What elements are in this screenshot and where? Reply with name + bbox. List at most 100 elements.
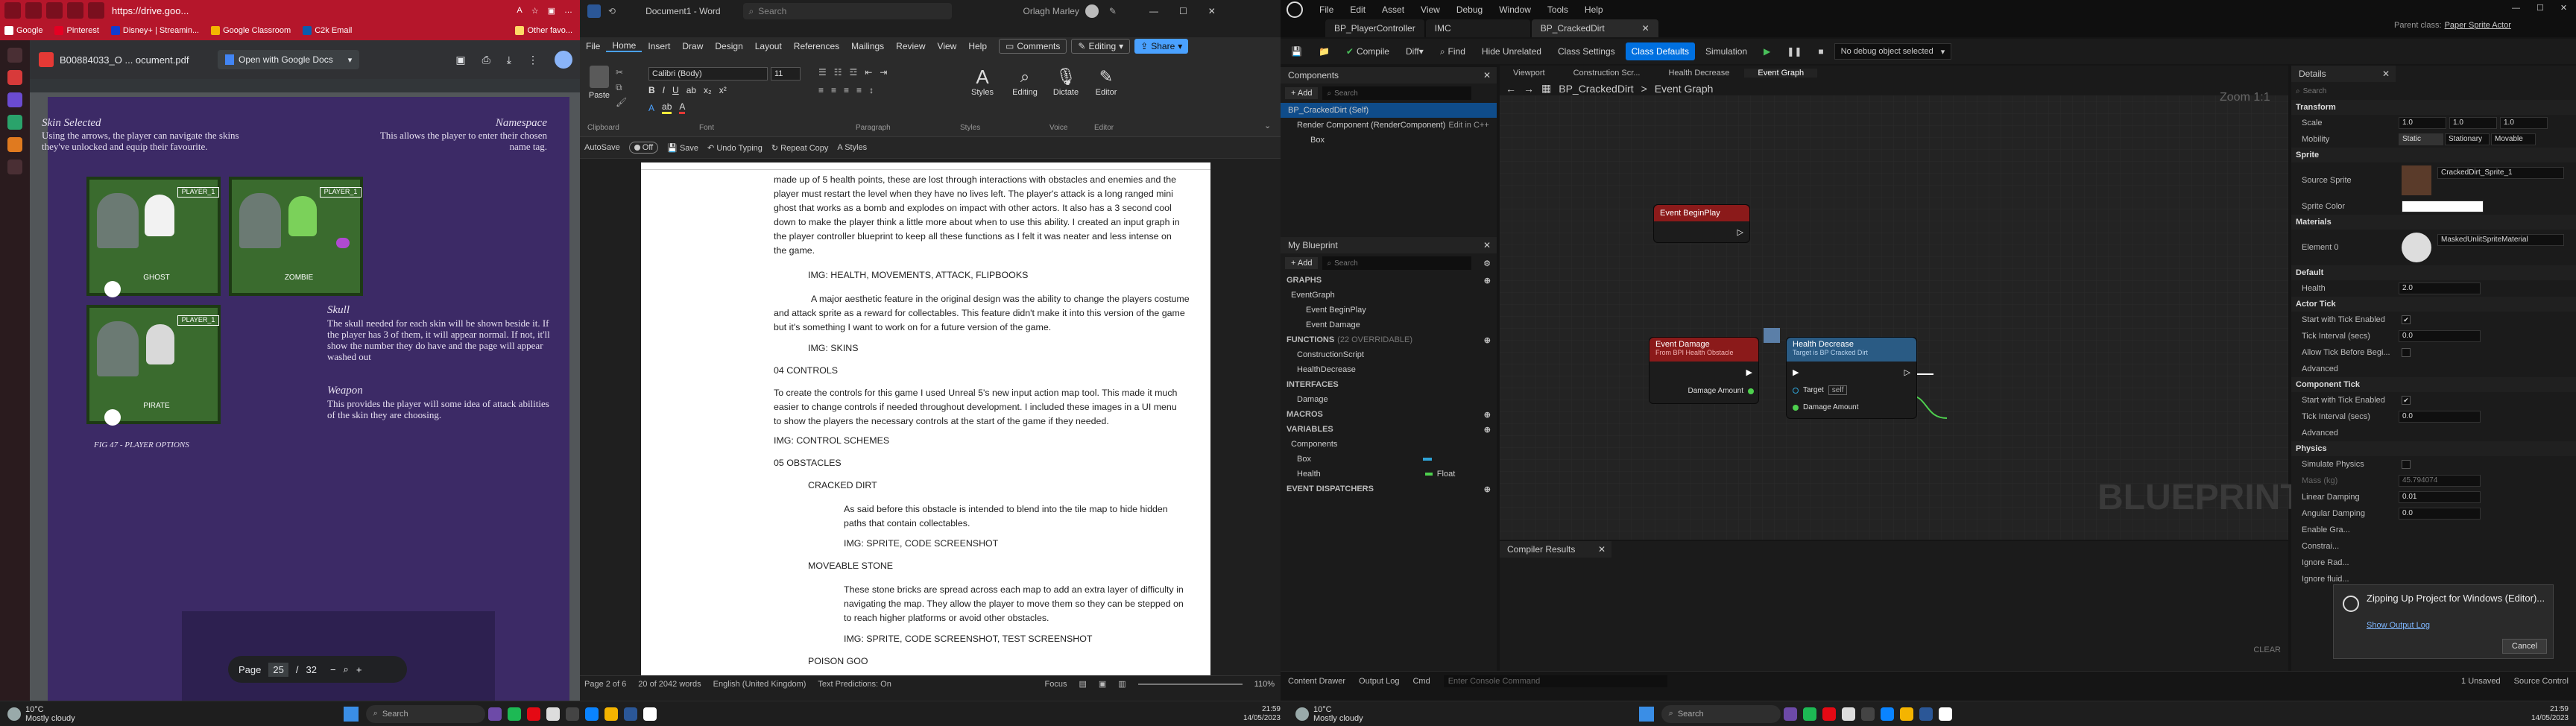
mass-input[interactable]: 45.794074 [2399, 475, 2481, 487]
document-page[interactable]: made up of 5 health points, these are lo… [641, 162, 1210, 675]
cat-physics[interactable]: Physics [2291, 441, 2576, 456]
clock[interactable]: 21:59 14/05/2023 [2531, 705, 2569, 723]
word-icon[interactable] [1919, 707, 1933, 721]
user-avatar[interactable] [1085, 4, 1099, 18]
weather-icon[interactable] [1295, 707, 1309, 721]
font-color-icon[interactable]: A [679, 101, 686, 114]
justify-icon[interactable]: ≡ [856, 85, 862, 95]
start-icon[interactable] [1638, 706, 1654, 722]
font-name-select[interactable]: Calibri (Body) [648, 67, 768, 81]
zoom-icon[interactable]: ⌕ [344, 663, 349, 675]
debug-object-select[interactable]: No debug object selected ▾ [1834, 43, 1952, 60]
add-icon[interactable]: ⊕ [1484, 410, 1491, 420]
share-button[interactable]: ⇪ Share ▾ [1134, 39, 1189, 54]
add-icon[interactable]: ⊕ [1484, 335, 1491, 345]
exec-in-pin-icon[interactable]: ▶ [1793, 367, 1799, 377]
favorite-icon[interactable]: ☆ [531, 6, 539, 16]
component-box[interactable]: Box [1281, 133, 1497, 148]
close-icon[interactable]: ✕ [2560, 3, 2567, 13]
teams-icon[interactable] [1783, 707, 1797, 721]
cat-materials[interactable]: Materials [2291, 215, 2576, 230]
graph-editor[interactable]: Viewport Construction Scr... Health Decr… [1500, 66, 2302, 540]
collections-icon[interactable]: ▣ [548, 6, 555, 16]
add-component-button[interactable]: + Add [1285, 87, 1319, 99]
components-search[interactable]: ⌕ Search [1322, 86, 1472, 100]
menu-asset[interactable]: Asset [1382, 4, 1404, 15]
align-right-icon[interactable]: ≡ [844, 85, 849, 95]
console-input[interactable]: Enter Console Command [1443, 675, 1667, 687]
add-icon[interactable]: ⊕ [1484, 276, 1491, 285]
multilevel-icon[interactable]: ☲ [850, 67, 858, 78]
zoom-in-icon[interactable]: + [356, 664, 362, 675]
menu-view[interactable]: View [1421, 4, 1440, 15]
align-left-icon[interactable]: ≡ [818, 85, 824, 95]
start-icon[interactable] [343, 706, 359, 722]
damage-amount-in-pin[interactable]: Damage Amount [1793, 403, 1859, 411]
source-control-button[interactable]: Source Control [2514, 677, 2569, 686]
mobility-stationary[interactable]: Stationary [2445, 133, 2490, 145]
strike-icon[interactable]: ab [686, 85, 696, 95]
tab-file[interactable]: File [580, 41, 606, 51]
copy-icon[interactable]: ⧉ [616, 82, 622, 93]
tab-view[interactable]: View [932, 41, 963, 51]
scale-z-input[interactable]: 1.0 [2500, 117, 2548, 129]
menu-edit[interactable]: Edit [1350, 4, 1366, 15]
dictate-button[interactable]: 🎙 Dictate [1049, 66, 1082, 97]
comments-button[interactable]: ▭ Comments [999, 39, 1067, 54]
decrease-indent-icon[interactable]: ⇤ [865, 67, 872, 78]
settings-icon[interactable]: ⚙ [1483, 259, 1491, 268]
close-icon[interactable]: ✕ [1483, 240, 1491, 250]
tab-references[interactable]: References [788, 41, 845, 51]
compile-button[interactable]: ✔ Compile [1340, 42, 1395, 60]
status-language[interactable]: English (United Kingdom) [713, 680, 806, 689]
cat-sprite[interactable]: Sprite [2291, 148, 2576, 162]
hide-unrelated-button[interactable]: Hide Unrelated [1476, 42, 1547, 60]
function-healthdecrease[interactable]: HealthDecrease [1281, 362, 1497, 377]
app-icon[interactable] [1860, 707, 1875, 721]
maximize-icon[interactable]: ☐ [1179, 6, 1187, 16]
collapse-ribbon-icon[interactable]: ⌄ [1264, 121, 1271, 130]
cmd-select[interactable]: Cmd [1412, 677, 1430, 686]
tab-event-graph[interactable]: Event Graph [1744, 69, 1818, 78]
align-center-icon[interactable]: ≡ [831, 85, 836, 95]
notion-icon[interactable] [1841, 707, 1855, 721]
myblueprint-search[interactable]: ⌕ Search [1322, 256, 1472, 270]
function-constructionscript[interactable]: ConstructionScript [1281, 347, 1497, 362]
read-mode-icon[interactable]: ▤ [1079, 679, 1086, 689]
show-output-log-link[interactable]: Show Output Log [2367, 621, 2430, 630]
parent-class-link[interactable]: Paper Sprite Actor [2445, 21, 2511, 30]
source-sprite-select[interactable]: CrackedDirt_Sprite_1 [2437, 167, 2564, 179]
exec-pin-icon[interactable]: ▶ [1746, 367, 1752, 377]
netflix-icon[interactable] [1822, 707, 1836, 721]
editing-mode-button[interactable]: ✎ Editing ▾ [1071, 39, 1131, 54]
bookmark-classroom[interactable]: Google Classroom [206, 23, 295, 38]
close-icon[interactable]: ✕ [1208, 6, 1216, 16]
spotify-icon[interactable] [507, 707, 521, 721]
menu-tools[interactable]: Tools [1547, 4, 1568, 15]
repeat-copy-button[interactable]: ↻ Repeat Copy [771, 143, 829, 153]
tab-health-decrease[interactable]: Health Decrease [1655, 69, 1743, 78]
styles-button[interactable]: A Styles [967, 66, 997, 97]
search-box[interactable]: ⌕ Search [742, 3, 952, 19]
numbering-icon[interactable]: ☷ [834, 67, 842, 78]
variable-box[interactable]: Box [1281, 452, 1497, 467]
tab-viewport[interactable]: Viewport [1500, 69, 1559, 78]
back-icon[interactable]: ← [1506, 83, 1516, 95]
component-root[interactable]: BP_CrackedDirt (Self) [1281, 103, 1497, 118]
simulation-button[interactable]: Simulation [1699, 42, 1753, 60]
text-effects-icon[interactable]: A [648, 103, 654, 113]
material-select[interactable]: MaskedUnlitSpriteMaterial [2437, 234, 2564, 246]
section-graphs[interactable]: GRAPHS ⊕ [1281, 273, 1497, 288]
line-spacing-icon[interactable]: ↕ [869, 85, 874, 95]
add-icon[interactable] [7, 160, 22, 174]
node-event-beginplay[interactable]: Event BeginPlay ▷ [1653, 204, 1750, 243]
class-settings-button[interactable]: Class Settings [1552, 42, 1621, 60]
taskbar-search[interactable]: ⌕ Search [365, 704, 485, 723]
teams-icon[interactable] [487, 707, 502, 721]
event-beginplay[interactable]: Event BeginPlay [1281, 303, 1497, 318]
class-defaults-button[interactable]: Class Defaults [1625, 42, 1696, 60]
font-size-select[interactable]: 11 [771, 67, 801, 81]
section-interfaces[interactable]: INTERFACES [1281, 377, 1497, 392]
tab-review[interactable]: Review [890, 41, 931, 51]
tab-imc[interactable]: IMC [1425, 19, 1530, 37]
